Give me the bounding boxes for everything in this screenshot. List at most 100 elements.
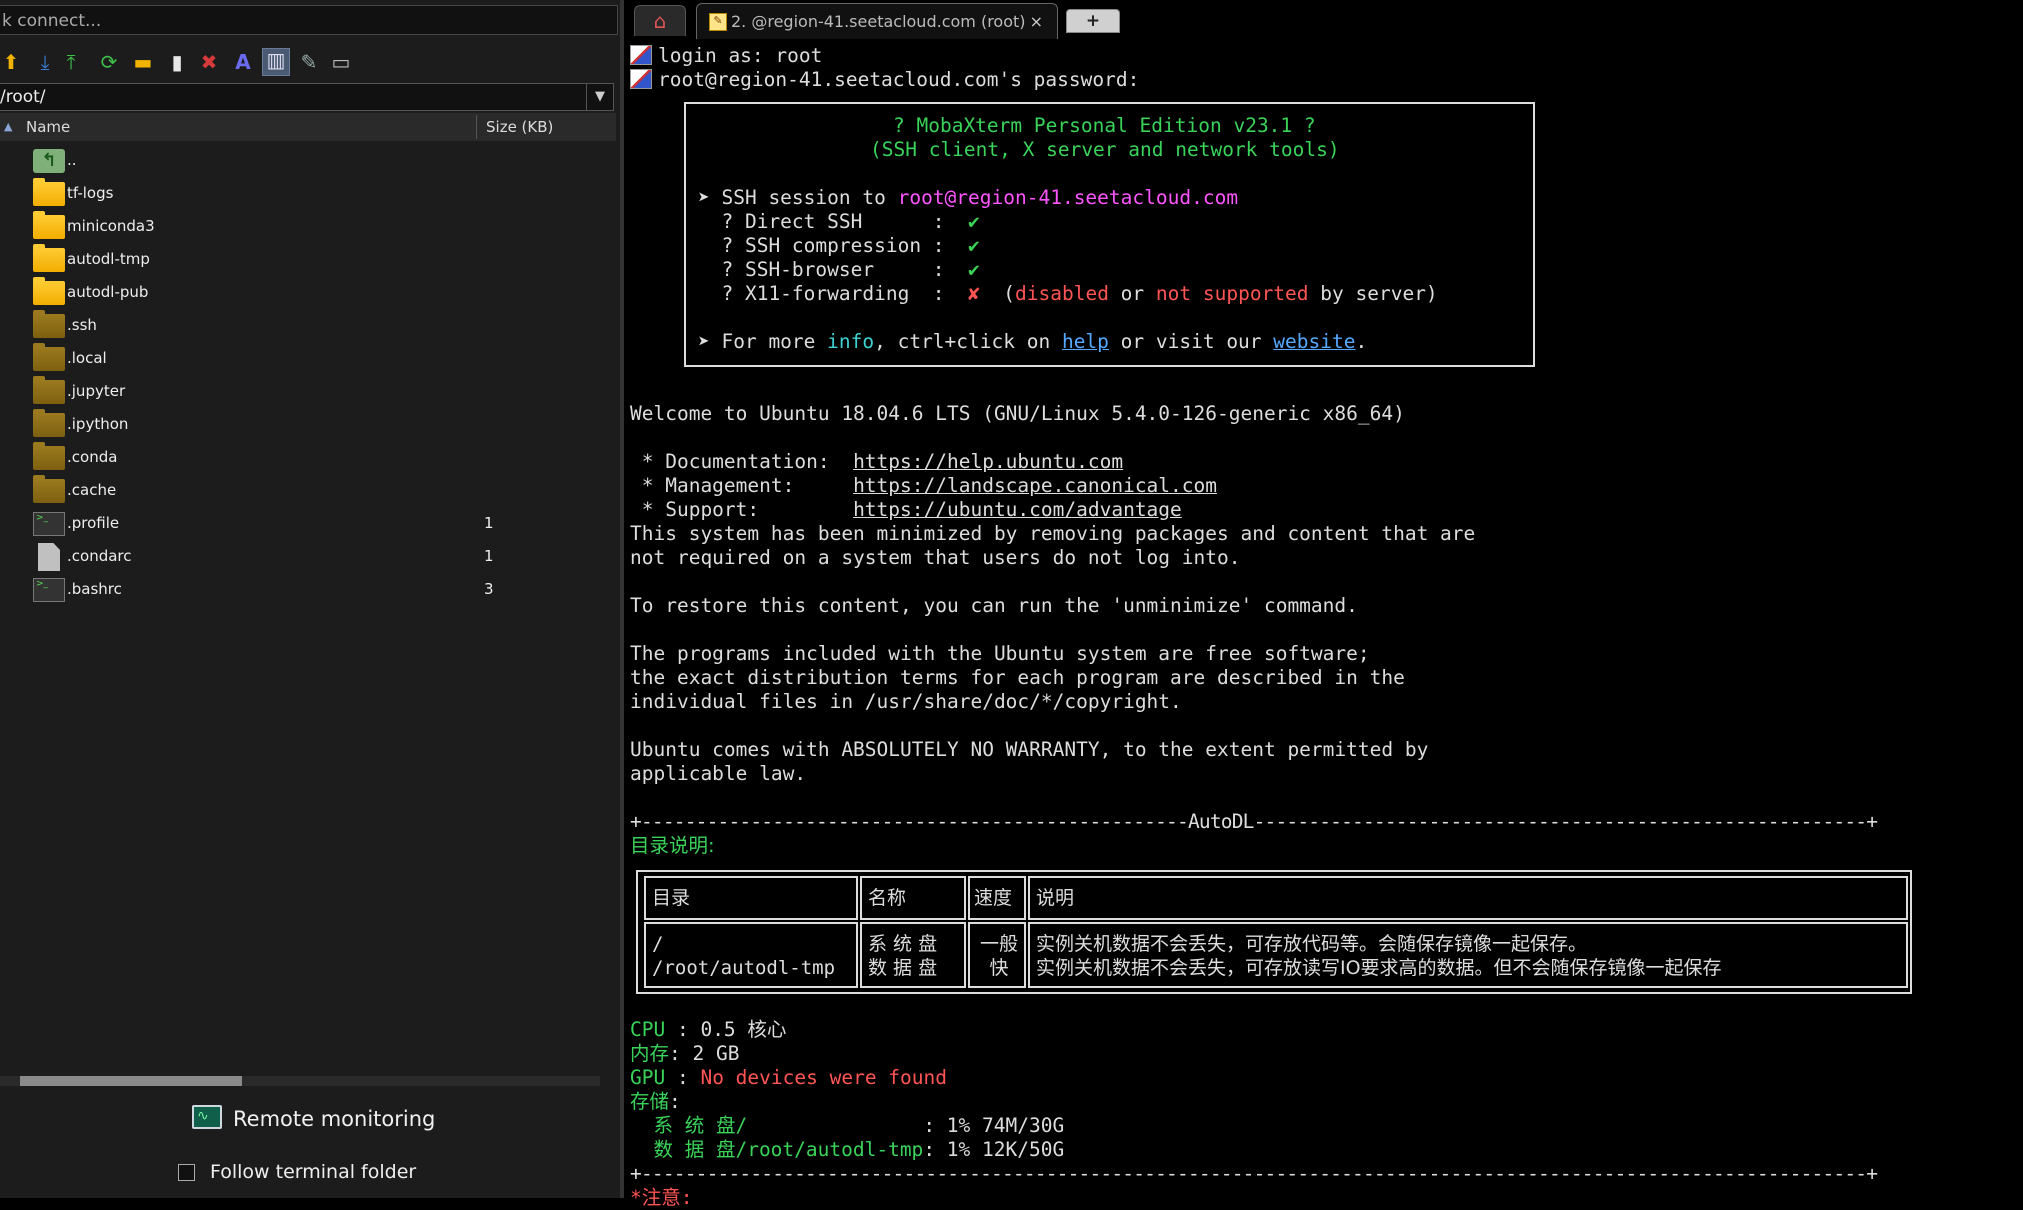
tab-bar: ⌂ ✎ 2. @region-41.seetacloud.com (root) …	[624, 0, 2023, 39]
checkbox-box[interactable]	[178, 1164, 195, 1181]
table-header-desc: 说明	[1028, 876, 1908, 920]
file-name: autodl-tmp	[67, 250, 150, 268]
note-line: *注意:	[630, 1186, 693, 1209]
list-item[interactable]: autodl-tmp	[0, 243, 616, 276]
column-separator[interactable]	[476, 115, 477, 139]
list-item[interactable]: tf-logs	[0, 177, 616, 210]
banner-title: ? MobaXterm Personal Edition v23.1 ?	[893, 114, 1316, 137]
list-item[interactable]: .conda	[0, 441, 616, 474]
welcome-line: Welcome to Ubuntu 18.04.6 LTS (GNU/Linux…	[630, 402, 1405, 425]
terminal-file-icon: >_	[33, 512, 65, 536]
follow-terminal-label: Follow terminal folder	[210, 1161, 417, 1183]
parent-folder-icon[interactable]: ⬆	[0, 51, 22, 73]
doc-line: * Documentation: https://help.ubuntu.com	[630, 450, 1124, 473]
file-size: 1	[484, 514, 494, 532]
tab-ssh-session[interactable]: ✎ 2. @region-41.seetacloud.com (root) ×	[696, 3, 1058, 39]
file-name: .ipython	[67, 415, 129, 433]
file-name: .bashrc	[67, 580, 122, 598]
file-name: autodl-pub	[67, 283, 149, 301]
tab-label: 2. @region-41.seetacloud.com (root)	[731, 12, 1026, 31]
hidden-folder-icon	[33, 310, 65, 338]
quick-connect-input[interactable]: k connect...	[0, 5, 618, 35]
list-item[interactable]: ↰..	[0, 144, 616, 177]
file-name: .local	[67, 349, 107, 367]
pencil-icon: ✎	[709, 13, 727, 31]
home-tab[interactable]: ⌂	[634, 5, 686, 36]
home-icon: ⌂	[653, 9, 667, 33]
column-size[interactable]: Size (KB)	[486, 113, 553, 141]
file-name: .condarc	[67, 547, 132, 565]
banner-browser: ? SSH-browser : ✔	[698, 258, 980, 281]
data-disk-line: 数 据 盘/root/autodl-tmp: 1% 12K/50G	[630, 1138, 1065, 1161]
putty-icon	[630, 69, 652, 89]
support-link[interactable]: https://ubuntu.com/advantage	[853, 498, 1182, 521]
document-file-icon	[38, 543, 60, 571]
banner-more-line: ➤ For more info, ctrl+click on help or v…	[698, 330, 1368, 353]
table-header-speed: 速度	[968, 876, 1026, 920]
file-list: ↰.. tf-logs miniconda3 autodl-tmp autodl…	[0, 144, 616, 606]
gpu-line: GPU : No devices were found	[630, 1066, 947, 1089]
settings-wand-icon[interactable]: ✎	[298, 51, 320, 73]
table-row-dir: //root/autodl-tmp	[644, 922, 858, 988]
file-list-header: ▲ Name Size (KB)	[0, 113, 616, 141]
terminal-line: login as: root	[630, 42, 822, 68]
banner-compression: ? SSH compression : ✔	[698, 234, 980, 257]
terminal-line: This system has been minimized by removi…	[630, 522, 1476, 545]
list-item[interactable]: .jupyter	[0, 375, 616, 408]
mgmt-link[interactable]: https://landscape.canonical.com	[853, 474, 1217, 497]
banner-session-line: ➤ SSH session to root@region-41.seetaclo…	[698, 186, 1239, 209]
plus-icon: +	[1085, 11, 1101, 31]
terminal-line: Ubuntu comes with ABSOLUTELY NO WARRANTY…	[630, 738, 1429, 761]
terminal-line: not required on a system that users do n…	[630, 546, 1241, 569]
file-name: ..	[67, 151, 77, 169]
path-selector[interactable]: /root/ ▼	[0, 83, 614, 111]
list-item[interactable]: .ssh	[0, 309, 616, 342]
list-item[interactable]: .condarc 1	[0, 540, 616, 573]
file-size: 1	[484, 547, 494, 565]
directory-table: 目录 名称 速度 说明 //root/autodl-tmp 系 统 盘数 据 盘…	[636, 870, 1912, 994]
terminal-line: the exact distribution terms for each pr…	[630, 666, 1405, 689]
folder-icon	[33, 277, 65, 305]
close-icon[interactable]: ×	[1030, 4, 1043, 40]
upload-icon[interactable]: ⤒	[60, 51, 82, 73]
list-item[interactable]: .cache	[0, 474, 616, 507]
chevron-down-icon[interactable]: ▼	[586, 84, 613, 110]
horizontal-scrollbar-thumb[interactable]	[20, 1076, 242, 1086]
terminal-file-icon: >_	[33, 578, 65, 602]
panel-splitter[interactable]	[620, 0, 624, 1198]
hidden-folder-icon	[33, 409, 65, 437]
file-name: tf-logs	[67, 184, 114, 202]
sys-disk-line: 系 统 盘/ : 1% 74M/30G	[630, 1114, 1065, 1137]
toggle-hidden-icon[interactable]: ▥	[262, 48, 290, 76]
terminal-icon[interactable]: ▭	[330, 51, 352, 73]
download-icon[interactable]: ⤓	[34, 51, 56, 73]
table-row-name: 系 统 盘数 据 盘	[860, 922, 966, 988]
new-folder-icon[interactable]: ▬	[132, 51, 154, 73]
new-tab-button[interactable]: +	[1066, 9, 1120, 33]
doc-link[interactable]: https://help.ubuntu.com	[853, 450, 1123, 473]
up-folder-icon: ↰	[33, 149, 65, 173]
list-item[interactable]: >_ .profile 1	[0, 507, 616, 540]
list-item[interactable]: autodl-pub	[0, 276, 616, 309]
list-item[interactable]: .ipython	[0, 408, 616, 441]
refresh-icon[interactable]: ⟳	[98, 51, 120, 73]
list-item[interactable]: >_ .bashrc 3	[0, 573, 616, 606]
help-link[interactable]: help	[1062, 330, 1109, 353]
table-row-speed: 一般快	[968, 922, 1026, 988]
rename-icon[interactable]: A	[232, 51, 254, 73]
file-size: 3	[484, 580, 494, 598]
delete-icon[interactable]: ✖	[198, 51, 220, 73]
current-path: /root/	[0, 87, 46, 107]
terminal-output[interactable]: login as: root root@region-41.seetacloud…	[628, 40, 2023, 1209]
new-file-icon[interactable]: ▮	[166, 51, 188, 73]
folder-icon	[33, 211, 65, 239]
sort-ascending-icon[interactable]: ▲	[4, 113, 12, 141]
table-row-desc: 实例关机数据不会丢失，可存放代码等。会随保存镜像一起保存。 实例关机数据不会丢失，…	[1028, 922, 1908, 988]
info-link[interactable]: info	[827, 330, 874, 353]
column-name[interactable]: Name	[26, 113, 70, 141]
list-item[interactable]: miniconda3	[0, 210, 616, 243]
hidden-folder-icon	[33, 475, 65, 503]
website-link[interactable]: website	[1273, 330, 1355, 353]
list-item[interactable]: .local	[0, 342, 616, 375]
file-name: .conda	[67, 448, 118, 466]
